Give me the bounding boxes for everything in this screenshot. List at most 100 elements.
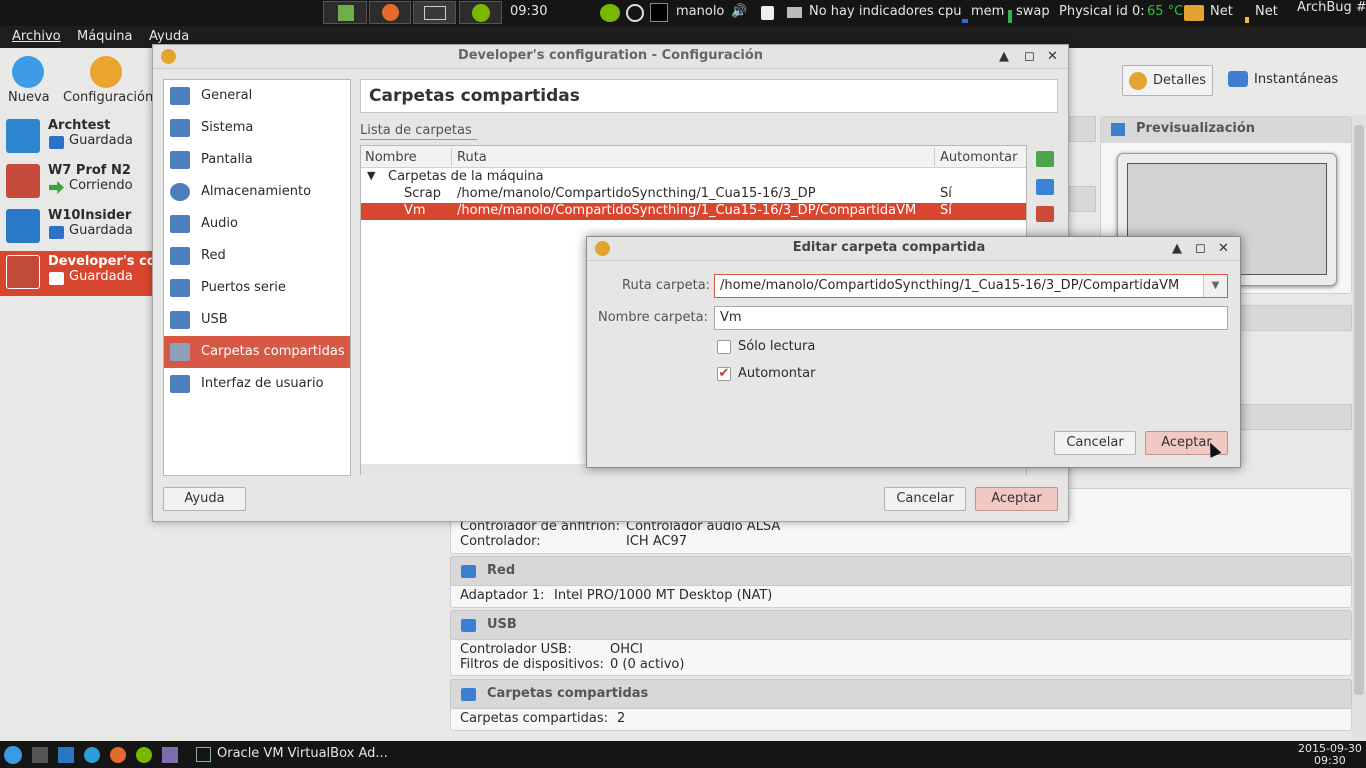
col-automontar[interactable]: Automontar: [940, 150, 1017, 165]
name-label: Nombre carpeta:: [598, 310, 708, 325]
config-titlebar: Developer's configuration - Configuració…: [153, 45, 1068, 69]
clipboard-icon[interactable]: [761, 6, 774, 20]
shade-icon[interactable]: ▲: [999, 49, 1009, 64]
vm-item-w7[interactable]: W7 Prof N2 Corriendo: [0, 160, 160, 205]
telegram-icon[interactable]: [84, 747, 100, 763]
group-label: Carpetas de la máquina: [388, 169, 544, 184]
menu-ayuda[interactable]: Ayuda: [149, 29, 189, 44]
details-scrollbar[interactable]: [1352, 115, 1366, 741]
vm-name: Archtest: [48, 118, 111, 133]
cat-label: Audio: [201, 216, 238, 231]
automount-checkbox[interactable]: ✔: [717, 367, 731, 381]
cat-red[interactable]: Red: [164, 240, 350, 272]
cat-sistema[interactable]: Sistema: [164, 112, 350, 144]
spotify-icon[interactable]: [136, 747, 152, 763]
red-header: Red: [450, 556, 1352, 586]
menu-maquina[interactable]: Máquina: [77, 29, 133, 44]
col-ruta[interactable]: Ruta: [457, 150, 487, 165]
close-icon[interactable]: ✕: [1218, 241, 1229, 256]
vm-state: Corriendo: [69, 178, 133, 193]
start-menu-icon[interactable]: [4, 746, 22, 764]
maximize-icon[interactable]: ◻: [1195, 241, 1206, 256]
edit-cancel-button[interactable]: Cancelar: [1054, 431, 1136, 455]
col-sep: [451, 148, 452, 166]
expander-down-icon[interactable]: ▼: [367, 169, 375, 182]
spotify-tray-icon[interactable]: [600, 4, 620, 22]
cat-pantalla[interactable]: Pantalla: [164, 144, 350, 176]
settings-label[interactable]: Configuración: [63, 90, 153, 105]
panel-user[interactable]: manolo: [676, 4, 724, 19]
vm-item-w10[interactable]: W10Insider Guardada: [0, 205, 160, 250]
cat-audio[interactable]: Audio: [164, 208, 350, 240]
readonly-label[interactable]: Sólo lectura: [738, 339, 815, 354]
files-icon[interactable]: [58, 747, 74, 763]
vm-list: Archtest Guardada W7 Prof N2 Corriendo W…: [0, 114, 160, 299]
group-row[interactable]: ▼ Carpetas de la máquina: [361, 169, 1026, 186]
dropdown-arrow-icon[interactable]: ▼: [1203, 275, 1227, 297]
automount-label[interactable]: Automontar: [738, 366, 815, 381]
new-vm-label[interactable]: Nueva: [8, 90, 50, 105]
help-button[interactable]: Ayuda: [163, 487, 246, 511]
usb-title: USB: [487, 617, 517, 632]
vm-item-developer[interactable]: Developer's co Guardada: [0, 251, 160, 296]
table-row-selected[interactable]: Vm /home/manolo/CompartidoSyncthing/1_Cu…: [361, 203, 1026, 220]
new-vm-icon[interactable]: [12, 56, 44, 88]
cat-puertos-serie[interactable]: Puertos serie: [164, 272, 350, 304]
menu-archivo[interactable]: Archivo: [12, 29, 61, 44]
cat-usb[interactable]: USB: [164, 304, 350, 336]
cat-general[interactable]: General: [164, 80, 350, 112]
details-button[interactable]: Detalles: [1122, 65, 1213, 96]
firefox-icon[interactable]: [369, 1, 411, 24]
speaker-icon: [170, 215, 190, 233]
row-auto: Sí: [940, 186, 952, 201]
shared-label: Carpetas compartidas:: [460, 711, 609, 726]
volume-icon[interactable]: 🔊: [731, 4, 747, 19]
settings-gear-icon[interactable]: [90, 56, 122, 88]
swap-label: swap: [1016, 4, 1050, 19]
ok-button[interactable]: Aceptar: [975, 487, 1058, 511]
section-header-stub: [1068, 186, 1096, 212]
row-name: Vm: [404, 203, 426, 218]
vm-item-archtest[interactable]: Archtest Guardada: [0, 115, 160, 160]
readonly-checkbox[interactable]: [717, 340, 731, 354]
cat-interfaz[interactable]: Interfaz de usuario: [164, 368, 350, 400]
audio-ctrl-label: Controlador:: [460, 534, 541, 549]
cat-almacenamiento[interactable]: Almacenamiento: [164, 176, 350, 208]
close-icon[interactable]: ✕: [1047, 49, 1058, 64]
cpu-graph: [962, 19, 968, 23]
vm-name: Developer's co: [48, 254, 156, 269]
edit-folder-icon[interactable]: [1036, 179, 1054, 195]
cat-label: General: [201, 88, 253, 103]
table-row[interactable]: Scrap /home/manolo/CompartidoSyncthing/1…: [361, 186, 1026, 203]
col-nombre[interactable]: Nombre: [365, 150, 417, 165]
remove-folder-icon[interactable]: [1036, 206, 1054, 222]
terminal-tray-icon[interactable]: [650, 3, 668, 22]
cancel-button[interactable]: Cancelar: [884, 487, 966, 511]
mem-label: mem: [971, 4, 1005, 19]
row-path: /home/manolo/CompartidoSyncthing/1_Cua15…: [457, 203, 917, 218]
mail-icon[interactable]: [787, 7, 802, 18]
vm-launcher-icon[interactable]: [162, 747, 178, 763]
spotify-icon[interactable]: [459, 1, 502, 24]
launcher-icon[interactable]: [32, 747, 48, 763]
snapshots-label[interactable]: Instantáneas: [1254, 72, 1338, 87]
path-combobox[interactable]: /home/manolo/CompartidoSyncthing/1_Cua15…: [714, 274, 1228, 298]
cat-label: Interfaz de usuario: [201, 376, 324, 391]
cat-label: USB: [201, 312, 228, 327]
vm-name: W7 Prof N2: [48, 163, 131, 178]
app-launcher-icon[interactable]: [323, 1, 367, 24]
virtualbox-icon[interactable]: [413, 1, 456, 24]
scrollbar-thumb[interactable]: [1354, 125, 1364, 695]
firefox-icon[interactable]: [110, 747, 126, 763]
snapshot-camera-icon[interactable]: [1228, 71, 1248, 87]
cat-carpetas-compartidas[interactable]: Carpetas compartidas: [164, 336, 350, 368]
sensor-label: Physical id 0:: [1059, 4, 1145, 19]
taskbar-window-button[interactable]: Oracle VM VirtualBox Ad...: [217, 746, 388, 761]
maximize-icon[interactable]: ◻: [1024, 49, 1035, 64]
usb-filter-label: Filtros de dispositivos:: [460, 657, 604, 672]
cat-label: Red: [201, 248, 226, 263]
add-folder-icon[interactable]: [1036, 151, 1054, 167]
network-tray-icon[interactable]: [626, 4, 644, 22]
shade-icon[interactable]: ▲: [1172, 241, 1182, 256]
name-input[interactable]: Vm: [714, 306, 1228, 330]
